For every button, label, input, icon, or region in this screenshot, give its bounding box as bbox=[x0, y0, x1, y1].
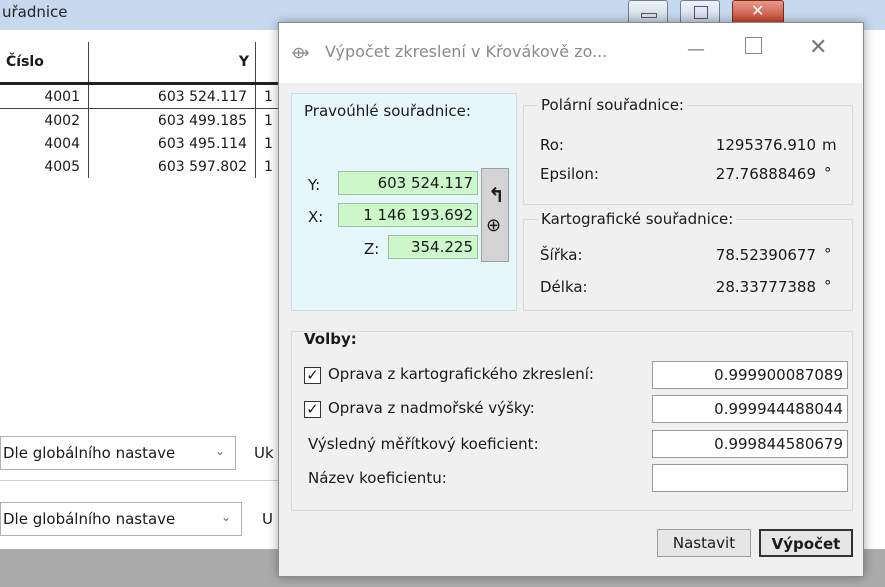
select-value: Dle globálního nastave bbox=[3, 510, 176, 528]
delka-value: 28.33777388 bbox=[715, 278, 816, 296]
volby-panel: Volby: ✓ Oprava z kartografického zkresl… bbox=[291, 330, 853, 511]
opt2-label: Oprava z nadmořské výšky: bbox=[328, 399, 535, 417]
y-label: Y: bbox=[308, 176, 321, 194]
y-field[interactable]: 603 524.117 bbox=[338, 171, 478, 195]
column-header[interactable]: Číslo bbox=[0, 42, 89, 85]
table-cell: 4004 bbox=[0, 132, 89, 155]
table-cell: 4001 bbox=[0, 83, 89, 109]
global-setting-select-2[interactable]: Dle globálního nastave ⌄ bbox=[0, 502, 242, 536]
select-value: Dle globálního nastave bbox=[3, 444, 176, 462]
nazev-label: Název koeficientu: bbox=[308, 469, 447, 487]
side-label: U bbox=[262, 510, 273, 528]
opt1-field[interactable]: 0.999900087089 bbox=[652, 361, 848, 389]
opt2-checkbox[interactable]: ✓ bbox=[304, 401, 321, 418]
column-header[interactable]: Y bbox=[88, 42, 256, 85]
delka-label: Délka: bbox=[540, 278, 588, 296]
points-table: Číslo Y 4001 603 524.117 1 4002 603 499.… bbox=[0, 42, 309, 178]
polarni-panel: Polární souřadnice: Ro: 1295376.910 m Ep… bbox=[523, 96, 853, 205]
panel-title: Pravoúhlé souřadnice: bbox=[304, 102, 471, 120]
close-icon: ✕ bbox=[751, 1, 765, 20]
vypocet-button[interactable]: Výpočet bbox=[759, 529, 853, 557]
crosshair-icon: ⊕ bbox=[486, 215, 502, 236]
dialog-title: Výpočet zkreslení v Křovákově zo... bbox=[325, 42, 608, 61]
sirka-label: Šířka: bbox=[540, 246, 583, 264]
maximize-button[interactable] bbox=[680, 0, 720, 24]
close-icon[interactable]: ✕ bbox=[809, 35, 827, 60]
checkmark-icon: ✓ bbox=[306, 366, 319, 384]
delka-unit: ° bbox=[824, 277, 832, 295]
global-setting-select[interactable]: Dle globálního nastave ⌄ bbox=[0, 436, 236, 470]
minimize-button[interactable] bbox=[628, 0, 668, 24]
opt2-field[interactable]: 0.999944488044 bbox=[652, 395, 848, 423]
background-title: uřadnice bbox=[2, 3, 68, 21]
app-icon: ⟴ bbox=[291, 43, 310, 62]
koeficient-field[interactable]: 0.999844580679 bbox=[652, 430, 848, 458]
panel-title: Kartografické souřadnice: bbox=[538, 210, 737, 228]
panel-title: Volby: bbox=[304, 330, 357, 348]
minimize-icon bbox=[641, 13, 657, 18]
z-field[interactable]: 354.225 bbox=[388, 235, 478, 259]
opt1-label: Oprava z kartografického zkreslení: bbox=[328, 365, 594, 383]
table-cell: 603 524.117 bbox=[88, 83, 256, 109]
ro-unit: m bbox=[822, 136, 837, 154]
nazev-field[interactable] bbox=[652, 464, 848, 492]
sirka-unit: ° bbox=[824, 245, 832, 263]
side-label: Uk bbox=[254, 444, 274, 462]
table-cell: 603 499.185 bbox=[88, 108, 256, 132]
panel-title: Polární souřadnice: bbox=[538, 96, 687, 114]
x-label: X: bbox=[308, 208, 324, 226]
minimize-icon[interactable]: — bbox=[687, 39, 705, 60]
divider bbox=[0, 480, 290, 481]
table-row[interactable]: 4004 603 495.114 1 bbox=[0, 132, 309, 155]
pravouhle-panel: Pravoúhlé souřadnice: Y: 603 524.117 X: … bbox=[291, 93, 517, 311]
pick-point-icon: ↰ bbox=[488, 183, 505, 207]
table-cell: 603 597.802 bbox=[88, 155, 256, 178]
ro-label: Ro: bbox=[540, 136, 564, 154]
chevron-down-icon: ⌄ bbox=[220, 510, 231, 524]
table-cell: 4005 bbox=[0, 155, 89, 178]
epsilon-value: 27.76888469 bbox=[715, 165, 816, 183]
ro-value: 1295376.910 bbox=[715, 136, 816, 154]
maximize-icon bbox=[694, 6, 708, 19]
nastavit-button[interactable]: Nastavit bbox=[657, 529, 751, 557]
epsilon-unit: ° bbox=[824, 164, 832, 182]
z-label: Z: bbox=[364, 240, 380, 258]
maximize-icon[interactable] bbox=[745, 37, 762, 54]
epsilon-label: Epsilon: bbox=[540, 165, 599, 183]
checkmark-icon: ✓ bbox=[306, 400, 319, 418]
opt1-checkbox[interactable]: ✓ bbox=[304, 367, 321, 384]
sirka-value: 78.52390677 bbox=[715, 246, 816, 264]
dialog-titlebar[interactable]: ⟴ Výpočet zkreslení v Křovákově zo... — … bbox=[279, 23, 863, 83]
table-cell: 603 495.114 bbox=[88, 132, 256, 155]
table-row[interactable]: 4002 603 499.185 1 bbox=[0, 108, 309, 132]
koeficient-label: Výsledný měřítkový koeficient: bbox=[308, 435, 539, 453]
table-cell: 4002 bbox=[0, 108, 89, 132]
pick-point-button[interactable]: ↰ ⊕ bbox=[481, 168, 509, 262]
kartograficke-panel: Kartografické souřadnice: Šířka: 78.5239… bbox=[523, 210, 853, 311]
calculation-dialog: ⟴ Výpočet zkreslení v Křovákově zo... — … bbox=[278, 22, 864, 577]
x-field[interactable]: 1 146 193.692 bbox=[338, 203, 478, 227]
table-row[interactable]: 4001 603 524.117 1 bbox=[0, 83, 309, 109]
close-button[interactable]: ✕ bbox=[732, 0, 784, 24]
chevron-down-icon: ⌄ bbox=[214, 444, 225, 458]
table-row[interactable]: 4005 603 597.802 1 bbox=[0, 155, 309, 178]
table-header-row: Číslo Y bbox=[0, 42, 309, 85]
